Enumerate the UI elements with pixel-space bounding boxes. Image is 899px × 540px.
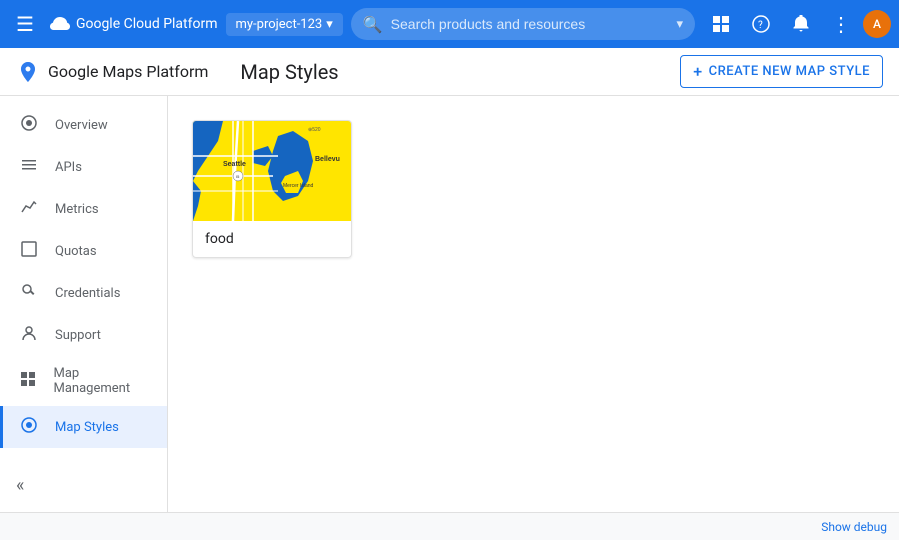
bottom-bar: Show debug <box>0 512 899 540</box>
svg-text:?: ? <box>758 20 763 31</box>
svg-text:⊕520: ⊕520 <box>308 127 321 133</box>
search-input[interactable] <box>391 16 669 32</box>
platform-name: Google Maps Platform <box>48 62 208 81</box>
map-style-card[interactable]: Mercer Island Seattle <box>192 120 352 258</box>
map-style-label: food <box>193 221 351 257</box>
more-icon[interactable]: ⋮ <box>823 6 859 42</box>
metrics-icon <box>19 198 39 220</box>
svg-text:Seattle: Seattle <box>223 161 246 168</box>
google-cloud-icon <box>50 14 70 34</box>
sub-header: Google Maps Platform Map Styles + CREATE… <box>0 48 899 96</box>
page-title: Map Styles <box>240 60 672 84</box>
sidebar-collapse-button[interactable]: « <box>0 467 167 504</box>
top-navigation-bar: ☰ Google Cloud Platform my-project-123 ▾… <box>0 0 899 48</box>
create-new-map-style-button[interactable]: + CREATE NEW MAP STYLE <box>680 55 883 88</box>
map-thumbnail: Mercer Island Seattle <box>193 121 352 221</box>
content-area: Mercer Island Seattle <box>168 96 899 512</box>
sidebar-item-quotas[interactable]: Quotas <box>0 230 167 272</box>
support-icon <box>19 324 39 346</box>
maps-platform-icon <box>16 60 40 84</box>
map-styles-icon <box>19 416 39 438</box>
avatar[interactable]: A <box>863 10 891 38</box>
project-selector[interactable]: my-project-123 ▾ <box>226 13 343 36</box>
credentials-icon <box>19 282 39 304</box>
svg-text:Bellevu: Bellevu <box>315 156 340 163</box>
sidebar-item-credentials[interactable]: Credentials <box>0 272 167 314</box>
search-bar[interactable]: 🔍 ▾ <box>351 8 695 40</box>
apis-icon <box>19 156 39 178</box>
app-logo: Google Cloud Platform <box>50 14 218 34</box>
top-bar-actions: ? ⋮ A <box>703 6 891 42</box>
search-icon: 🔍 <box>363 15 383 34</box>
quotas-icon <box>19 240 39 262</box>
map-preview-svg: Mercer Island Seattle <box>193 121 352 221</box>
sidebar-item-map-management[interactable]: Map Management <box>0 356 167 406</box>
show-debug-button[interactable]: Show debug <box>821 520 887 534</box>
app-name: Google Cloud Platform <box>76 16 218 32</box>
sidebar-item-metrics[interactable]: Metrics <box>0 188 167 230</box>
sidebar-nav: Overview APIs Metrics Quotas <box>0 104 167 448</box>
sidebar: Overview APIs Metrics Quotas <box>0 96 168 512</box>
menu-icon[interactable]: ☰ <box>8 4 42 44</box>
grid-icon[interactable] <box>703 6 739 42</box>
help-icon[interactable]: ? <box>743 6 779 42</box>
notifications-icon[interactable] <box>783 6 819 42</box>
sidebar-item-support[interactable]: Support <box>0 314 167 356</box>
sidebar-item-apis[interactable]: APIs <box>0 146 167 188</box>
search-dropdown-icon[interactable]: ▾ <box>676 17 683 32</box>
sidebar-item-map-styles[interactable]: Map Styles <box>0 406 167 448</box>
overview-icon <box>19 114 39 136</box>
main-content: Overview APIs Metrics Quotas <box>0 96 899 512</box>
create-icon: + <box>693 62 702 81</box>
map-management-icon <box>19 370 37 392</box>
sidebar-item-overview[interactable]: Overview <box>0 104 167 146</box>
svg-text:Mercer Island: Mercer Island <box>283 183 314 189</box>
